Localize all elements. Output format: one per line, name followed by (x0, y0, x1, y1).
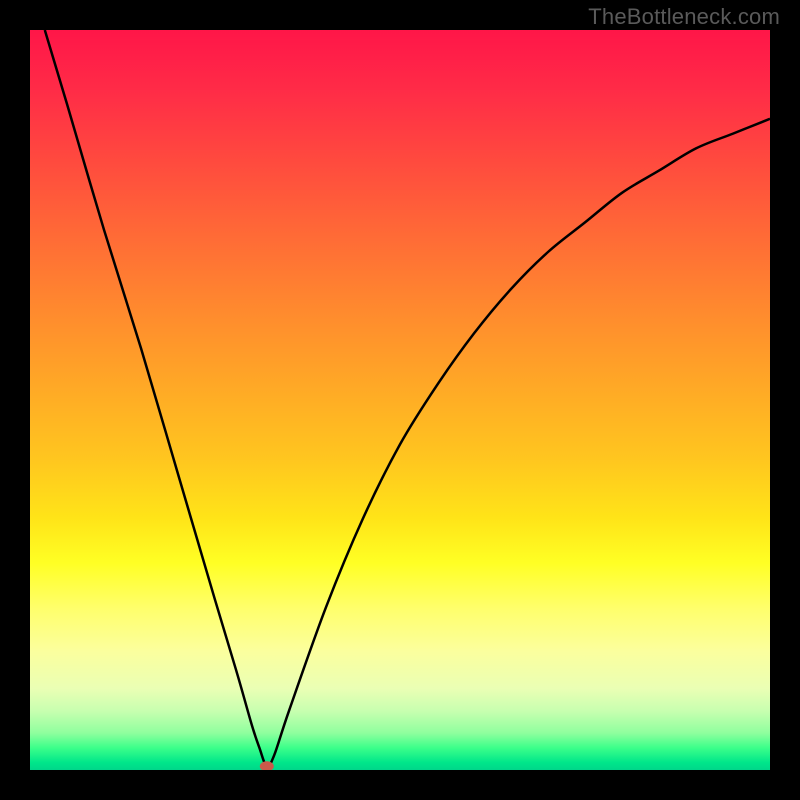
bottleneck-curve-svg (30, 30, 770, 770)
watermark-text: TheBottleneck.com (588, 4, 780, 30)
bottleneck-curve-path (45, 30, 770, 767)
plot-area (30, 30, 770, 770)
